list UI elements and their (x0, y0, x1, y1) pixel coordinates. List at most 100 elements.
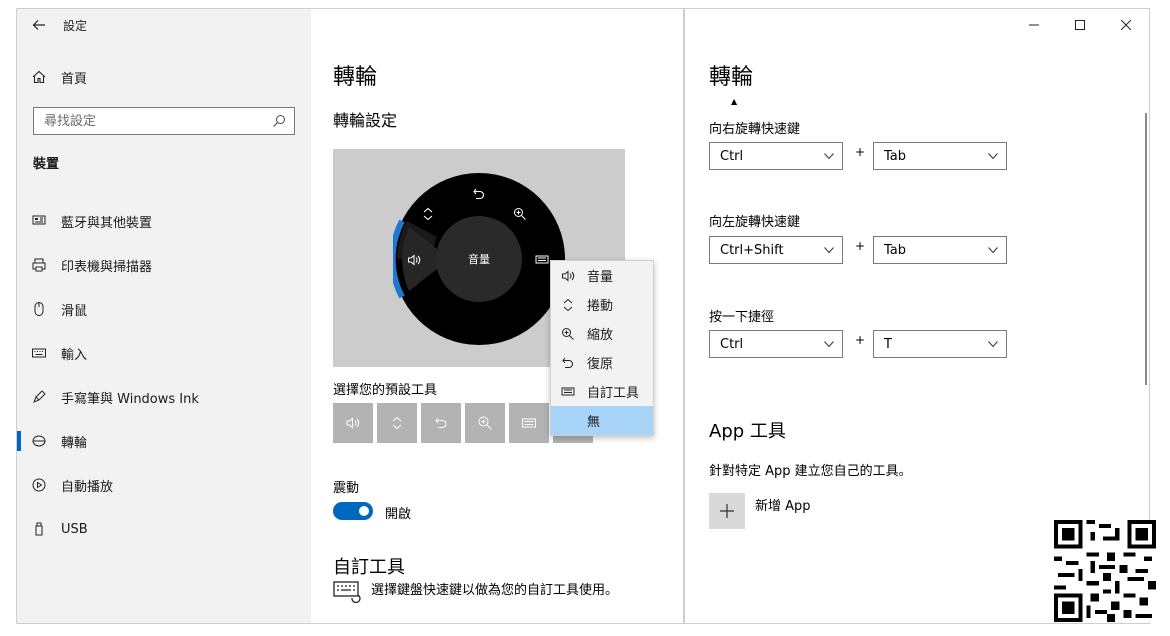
minimize-icon (1029, 24, 1039, 26)
undo-icon (473, 188, 485, 200)
custom-tool-icon (522, 418, 536, 428)
close-icon (1121, 20, 1131, 30)
sidebar-item-typing[interactable]: 輸入 (17, 331, 311, 375)
app-tools-description: 針對特定 App 建立您自己的工具。 (709, 464, 912, 479)
sidebar-item-usb[interactable]: USB (17, 507, 311, 551)
printer-icon (32, 258, 46, 272)
scroll-icon (423, 207, 433, 221)
home-icon (32, 70, 46, 84)
search-icon (273, 114, 286, 127)
rotate-left-key-select[interactable]: Tab (873, 236, 1007, 264)
zoom-icon (514, 208, 526, 220)
menu-item-label: 自訂工具 (587, 386, 640, 401)
dial-menu: 音量 (393, 173, 565, 345)
tool-context-menu: 音量 捲動 縮放 復原 自訂工具 無 (550, 260, 654, 436)
volume-icon (408, 254, 421, 266)
sidebar-item-label: 滑鼠 (61, 303, 88, 319)
custom-tool-description: 選擇鍵盤快速鍵以做為您的自訂工具使用。 (371, 583, 619, 598)
chevron-down-icon (988, 341, 998, 348)
undo-icon (435, 417, 447, 428)
sidebar-item-label: 輸入 (61, 347, 88, 363)
search-input[interactable] (44, 113, 264, 129)
select-value: Ctrl (720, 336, 744, 352)
tool-volume-button[interactable] (333, 403, 373, 443)
sidebar-item-label: 轉輪 (61, 435, 88, 451)
autoplay-icon (32, 478, 46, 492)
menu-item-label: 音量 (587, 270, 614, 285)
select-value: Tab (884, 242, 907, 258)
custom-tool-icon (561, 387, 575, 395)
select-value: T (884, 336, 892, 352)
chevron-down-icon (824, 247, 834, 254)
click-shortcut-label: 按一下捷徑 (709, 310, 775, 325)
search-box[interactable] (33, 107, 295, 135)
bluetooth-devices-icon (32, 215, 46, 225)
back-button[interactable] (17, 9, 61, 41)
select-value: Ctrl+Shift (720, 242, 784, 258)
menu-item-volume[interactable]: 音量 (551, 261, 653, 290)
keyboard-icon (32, 348, 46, 358)
select-value: Tab (884, 148, 907, 164)
tool-undo-button[interactable] (421, 403, 461, 443)
click-modifier-select[interactable]: Ctrl (709, 330, 843, 358)
rotate-left-label: 向左旋轉快速鍵 (709, 215, 801, 230)
plus-sign: + (855, 145, 866, 159)
usb-icon (35, 522, 43, 536)
dial-icon (32, 435, 46, 447)
pen-icon (33, 390, 46, 403)
undo-icon (562, 357, 573, 368)
sidebar-item-label: 首頁 (61, 71, 88, 87)
sidebar-item-wheel[interactable]: 轉輪 (17, 419, 311, 463)
tool-zoom-button[interactable] (465, 403, 505, 443)
sidebar-item-printers[interactable]: 印表機與掃描器 (17, 243, 311, 287)
tool-custom-button[interactable] (509, 403, 549, 443)
menu-item-zoom[interactable]: 縮放 (551, 319, 653, 348)
sidebar-item-mouse[interactable]: 滑鼠 (17, 287, 311, 331)
select-value: Ctrl (720, 148, 744, 164)
menu-item-label: 無 (587, 415, 601, 430)
sidebar-item-label: 印表機與掃描器 (61, 259, 153, 275)
sidebar: 設定 首頁 裝置 藍牙與其他裝置 印表機與掃描器 滑鼠 (17, 9, 311, 623)
sidebar-item-home[interactable]: 首頁 (17, 61, 311, 93)
menu-item-scroll[interactable]: 捲動 (551, 290, 653, 319)
chevron-down-icon (988, 247, 998, 254)
add-app-button[interactable] (709, 493, 745, 529)
chevron-down-icon (824, 341, 834, 348)
rotate-right-label: 向右旋轉快速鍵 (709, 122, 801, 137)
volume-icon (346, 417, 360, 429)
tool-scroll-button[interactable] (377, 403, 417, 443)
window-title: 設定 (63, 18, 88, 33)
click-key-select[interactable]: T (873, 330, 1007, 358)
window-caption-buttons (1011, 9, 1149, 41)
plus-sign: + (855, 239, 866, 253)
maximize-button[interactable] (1057, 9, 1103, 41)
menu-item-label: 縮放 (587, 328, 614, 343)
maximize-icon (1075, 20, 1085, 30)
sidebar-item-pen[interactable]: 手寫筆與 Windows Ink (17, 375, 311, 419)
zoom-icon (478, 416, 492, 430)
sidebar-item-label: 藍牙與其他裝置 (61, 215, 153, 231)
rotate-left-modifier-select[interactable]: Ctrl+Shift (709, 236, 843, 264)
menu-item-none[interactable]: 無 (551, 406, 653, 435)
scrollbar[interactable] (1145, 113, 1147, 385)
qr-code-icon (1054, 520, 1156, 622)
vibration-state: 開啟 (385, 507, 412, 522)
plus-sign: + (855, 333, 866, 347)
custom-tool-title: 自訂工具 (333, 557, 405, 578)
sidebar-item-label: 手寫筆與 Windows Ink (61, 391, 199, 407)
scroll-icon (392, 416, 402, 430)
minimize-button[interactable] (1011, 9, 1057, 41)
chevron-down-icon (824, 153, 834, 160)
page-title: 轉輪 (709, 65, 754, 90)
menu-item-undo[interactable]: 復原 (551, 348, 653, 377)
sidebar-item-autoplay[interactable]: 自動播放 (17, 463, 311, 507)
rotate-right-key-select[interactable]: Tab (873, 142, 1007, 170)
menu-item-label: 復原 (587, 357, 614, 372)
sidebar-item-label: 自動播放 (61, 479, 114, 495)
menu-item-custom-tool[interactable]: 自訂工具 (551, 377, 653, 406)
vibration-toggle[interactable] (333, 502, 373, 520)
sidebar-item-bluetooth[interactable]: 藍牙與其他裝置 (17, 199, 311, 243)
zoom-icon (562, 327, 574, 340)
close-button[interactable] (1103, 9, 1149, 41)
rotate-right-modifier-select[interactable]: Ctrl (709, 142, 843, 170)
